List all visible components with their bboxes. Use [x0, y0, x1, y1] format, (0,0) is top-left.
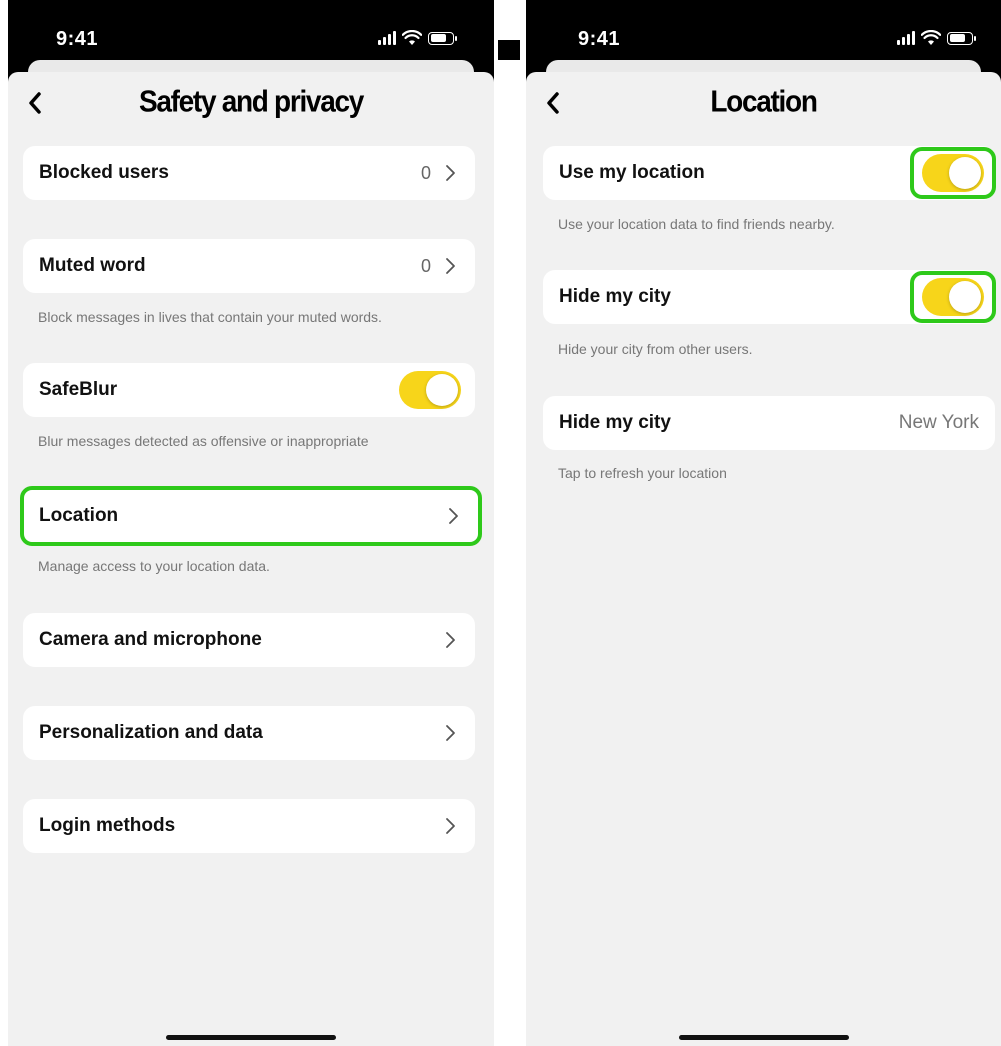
muted-word-hint: Block messages in lives that contain you…	[38, 309, 382, 325]
row-label: SafeBlur	[39, 379, 118, 400]
left-phone-screen: 9:41 Safety and privacy Blocked users 0	[8, 0, 494, 1046]
row-count: 0	[420, 255, 431, 276]
wifi-icon	[402, 30, 422, 45]
status-time: 9:41	[56, 28, 99, 50]
page-title: Safety and privacy	[138, 84, 364, 119]
status-bar: 9:41	[8, 0, 494, 60]
location-hint: Manage access to your location data.	[38, 558, 270, 574]
row-label: Muted word	[39, 255, 146, 276]
page-title: Location	[710, 84, 818, 119]
row-label: Personalization and data	[39, 722, 263, 743]
muted-word-row[interactable]: Muted word 0	[23, 239, 475, 293]
use-my-location-hint: Use your location data to find friends n…	[558, 216, 835, 232]
wifi-icon	[921, 30, 941, 45]
battery-icon	[947, 31, 976, 45]
header: Location	[526, 84, 1001, 124]
location-row[interactable]: Location	[20, 486, 482, 546]
row-label: Location	[39, 505, 119, 526]
safety-privacy-sheet: Safety and privacy Blocked users 0 Muted…	[8, 72, 494, 1046]
chevron-right-icon	[446, 632, 455, 648]
home-indicator	[166, 1035, 336, 1040]
use-my-location-toggle-highlight	[910, 147, 996, 199]
use-my-location-toggle[interactable]	[922, 154, 984, 192]
divider-mark	[498, 40, 520, 60]
chevron-right-icon	[449, 508, 458, 524]
use-my-location-row: Use my location	[543, 146, 996, 200]
row-label: Blocked users	[39, 162, 169, 183]
signal-icon	[897, 31, 915, 45]
status-icons	[897, 30, 976, 46]
row-label: Use my location	[559, 162, 705, 183]
chevron-right-icon	[446, 818, 455, 834]
right-phone-screen: 9:41 Location Use my location Use your l…	[526, 0, 1001, 1046]
login-methods-row[interactable]: Login methods	[23, 799, 475, 853]
refresh-location-hint: Tap to refresh your location	[558, 465, 727, 481]
chevron-right-icon	[446, 258, 455, 274]
status-bar: 9:41	[526, 0, 1001, 60]
signal-icon	[378, 31, 396, 45]
hide-my-city-toggle-highlight	[910, 271, 996, 323]
header: Safety and privacy	[8, 84, 494, 124]
row-label: Camera and microphone	[39, 629, 262, 650]
city-value: New York	[898, 412, 979, 433]
row-label: Hide my city	[559, 412, 671, 433]
safeblur-toggle[interactable]	[399, 371, 461, 409]
row-label: Login methods	[39, 815, 176, 836]
location-sheet: Location Use my location Use your locati…	[526, 72, 1001, 1046]
safeblur-hint: Blur messages detected as offensive or i…	[38, 433, 369, 449]
chevron-right-icon	[446, 725, 455, 741]
hide-my-city-value-row[interactable]: Hide my city New York	[543, 396, 995, 450]
hide-my-city-toggle[interactable]	[922, 278, 984, 316]
row-count: 0	[420, 162, 431, 183]
safeblur-row: SafeBlur	[23, 363, 475, 417]
hide-my-city-hint: Hide your city from other users.	[558, 341, 753, 357]
blocked-users-row[interactable]: Blocked users 0	[23, 146, 475, 200]
personalization-data-row[interactable]: Personalization and data	[23, 706, 475, 760]
status-time: 9:41	[578, 28, 621, 50]
battery-icon	[428, 31, 457, 45]
status-icons	[378, 30, 457, 46]
camera-microphone-row[interactable]: Camera and microphone	[23, 613, 475, 667]
hide-my-city-toggle-row: Hide my city	[543, 270, 996, 324]
chevron-right-icon	[446, 165, 455, 181]
row-label: Hide my city	[559, 286, 671, 307]
home-indicator	[678, 1035, 849, 1040]
